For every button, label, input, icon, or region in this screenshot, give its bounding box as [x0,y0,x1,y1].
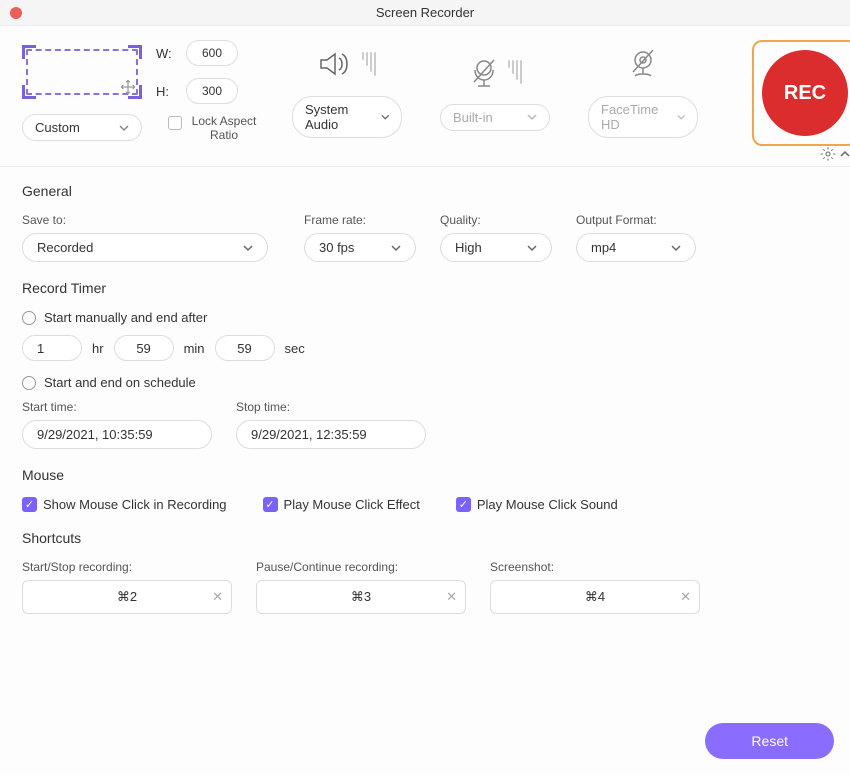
microphone-off-icon [468,56,500,88]
frame-rate-select[interactable]: 30 fps [304,233,416,262]
record-button[interactable]: REC [762,50,848,136]
settings-gear-icon[interactable] [820,146,836,162]
timer-manual-radio[interactable] [22,311,36,325]
height-label: H: [156,84,176,99]
webcam-off-icon [627,48,659,80]
chevron-down-icon [243,243,253,253]
window-title: Screen Recorder [0,5,850,20]
move-icon [120,79,136,95]
hr-label: hr [92,341,104,356]
speaker-level-icon [362,52,376,76]
play-click-sound-checkbox[interactable]: ✓ [456,497,471,512]
frame-rate-label: Frame rate: [304,213,416,227]
sec-label: sec [285,341,305,356]
play-click-effect-label: Play Mouse Click Effect [284,497,420,512]
speaker-icon [318,48,354,80]
general-section-title: General [22,183,828,199]
crop-corner-tr-icon [128,45,142,59]
crop-corner-bl-icon [22,85,36,99]
record-timer-section-title: Record Timer [22,280,828,296]
min-label: min [184,341,205,356]
chevron-down-icon [119,123,129,133]
show-mouse-click-label: Show Mouse Click in Recording [43,497,227,512]
width-label: W: [156,46,176,61]
area-mode-select[interactable]: Custom [22,114,142,141]
shortcut-screenshot-label: Screenshot: [490,560,700,574]
clear-icon[interactable]: ✕ [446,589,457,605]
width-input[interactable]: 600 [186,40,238,66]
microphone-value: Built-in [453,110,493,125]
reset-button[interactable]: Reset [705,723,834,759]
stop-time-label: Stop time: [236,400,426,414]
clear-icon[interactable]: ✕ [680,589,691,605]
timer-hr-input[interactable]: 1 [22,335,82,361]
camera-value: FaceTime HD [601,102,669,132]
shortcut-pause-label: Pause/Continue recording: [256,560,466,574]
system-audio-select[interactable]: System Audio [292,96,402,138]
stop-time-input[interactable]: 9/29/2021, 12:35:59 [236,420,426,449]
start-time-input[interactable]: 9/29/2021, 10:35:59 [22,420,212,449]
save-to-label: Save to: [22,213,280,227]
clear-icon[interactable]: ✕ [212,589,223,605]
play-click-effect-checkbox[interactable]: ✓ [263,497,278,512]
timer-schedule-label: Start and end on schedule [44,375,196,390]
timer-sec-input[interactable]: 59 [215,335,275,361]
shortcut-start-label: Start/Stop recording: [22,560,232,574]
lock-aspect-label: Lock Aspect Ratio [188,114,260,142]
chevron-down-icon [527,243,537,253]
shortcut-screenshot-input[interactable]: ⌘4 ✕ [490,580,700,614]
chevron-down-icon [671,243,681,253]
mouse-section-title: Mouse [22,467,828,483]
start-time-label: Start time: [22,400,212,414]
chevron-down-icon [381,112,389,122]
timer-min-input[interactable]: 59 [114,335,174,361]
camera-select[interactable]: FaceTime HD [588,96,698,138]
area-mode-value: Custom [35,120,80,135]
height-input[interactable]: 300 [186,78,238,104]
save-to-select[interactable]: Recorded [22,233,268,262]
chevron-down-icon [677,112,685,122]
chevron-down-icon [527,112,537,122]
titlebar: Screen Recorder [0,0,850,26]
system-audio-value: System Audio [305,102,373,132]
output-format-label: Output Format: [576,213,696,227]
timer-manual-label: Start manually and end after [44,310,207,325]
mic-level-icon [508,60,522,84]
capture-area-selector[interactable] [22,45,142,99]
chevron-down-icon [391,243,401,253]
timer-schedule-radio[interactable] [22,376,36,390]
shortcut-pause-input[interactable]: ⌘3 ✕ [256,580,466,614]
chevron-up-icon[interactable] [840,149,850,159]
shortcuts-section-title: Shortcuts [22,530,828,546]
lock-aspect-checkbox[interactable] [168,116,182,130]
shortcut-start-input[interactable]: ⌘2 ✕ [22,580,232,614]
output-format-select[interactable]: mp4 [576,233,696,262]
microphone-select[interactable]: Built-in [440,104,550,131]
quality-select[interactable]: High [440,233,552,262]
play-click-sound-label: Play Mouse Click Sound [477,497,618,512]
record-button-frame: REC [752,40,850,146]
quality-label: Quality: [440,213,552,227]
show-mouse-click-checkbox[interactable]: ✓ [22,497,37,512]
crop-corner-tl-icon [22,45,36,59]
